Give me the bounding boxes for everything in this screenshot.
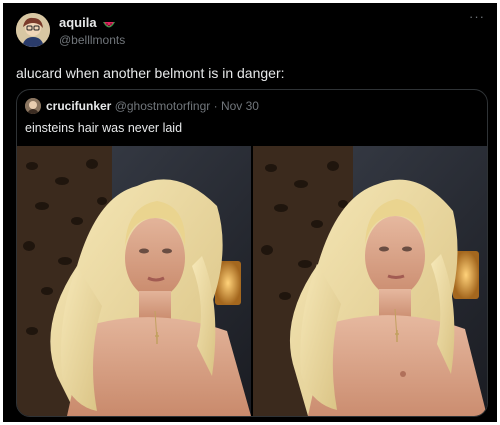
author-display-name[interactable]: aquila: [59, 15, 97, 30]
author-handle[interactable]: @belllmonts: [59, 33, 125, 47]
quoted-handle[interactable]: @ghostmotorfingr: [115, 99, 211, 113]
watermelon-icon: [102, 18, 116, 28]
quoted-header: crucifunker @ghostmotorfingr · Nov 30: [46, 99, 259, 113]
author-avatar[interactable]: [16, 13, 50, 47]
tweet-text: alucard when another belmont is in dange…: [16, 65, 285, 81]
author-name-row: aquila: [59, 15, 116, 30]
quoted-display-name[interactable]: crucifunker: [46, 99, 111, 113]
photo-1[interactable]: [17, 146, 251, 416]
quoted-text: einsteins hair was never laid: [25, 121, 183, 135]
quoted-separator: ·: [210, 99, 221, 113]
quoted-media[interactable]: [17, 146, 487, 416]
more-options-icon[interactable]: ···: [467, 10, 487, 25]
quoted-author-avatar[interactable]: [25, 98, 41, 114]
quoted-date[interactable]: Nov 30: [221, 99, 259, 113]
photo-2[interactable]: [253, 146, 487, 416]
tweet-card[interactable]: aquila @belllmonts ··· alucard when anot…: [3, 3, 497, 422]
quoted-tweet[interactable]: crucifunker @ghostmotorfingr · Nov 30 ei…: [16, 89, 488, 417]
